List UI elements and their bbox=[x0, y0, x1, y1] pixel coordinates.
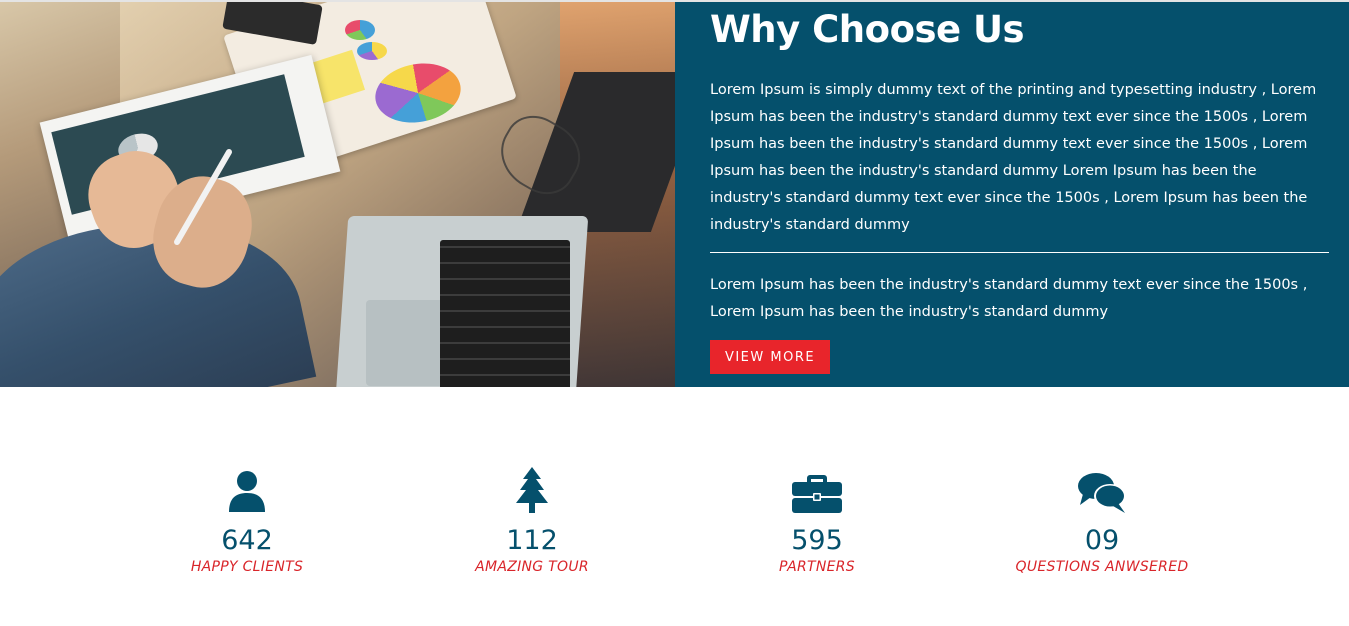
secondary-paragraph: Lorem Ipsum has been the industry's stan… bbox=[710, 277, 1308, 320]
stat-label: PARTNERS bbox=[779, 559, 855, 576]
stat-number: 112 bbox=[506, 525, 558, 556]
comments-icon bbox=[1078, 473, 1126, 513]
section-title: Why Choose Us bbox=[710, 8, 1025, 51]
tree-icon bbox=[516, 467, 548, 513]
stat-amazing-tour: 112 AMAZING TOUR bbox=[412, 465, 652, 575]
user-icon bbox=[229, 471, 265, 512]
divider bbox=[710, 252, 1329, 253]
stat-label: QUESTIONS ANWSERED bbox=[1015, 559, 1189, 576]
stat-label: AMAZING TOUR bbox=[475, 559, 589, 576]
stat-happy-clients: 642 HAPPY CLIENTS bbox=[127, 465, 367, 575]
stat-number: 09 bbox=[1084, 525, 1120, 556]
stat-number: 595 bbox=[791, 525, 843, 556]
why-choose-us-section: Why Choose Us Lorem Ipsum is simply dumm… bbox=[0, 0, 1349, 387]
stat-label: HAPPY CLIENTS bbox=[190, 559, 304, 576]
stats-section: 642 HAPPY CLIENTS 112 AMAZING TOUR 595 P… bbox=[0, 387, 1349, 626]
office-desk-photo bbox=[0, 2, 675, 387]
stat-partners: 595 PARTNERS bbox=[697, 465, 937, 575]
stat-questions-answered: 09 QUESTIONS ANWSERED bbox=[982, 465, 1222, 575]
briefcase-icon bbox=[792, 475, 842, 513]
why-choose-us-panel: Why Choose Us Lorem Ipsum is simply dumm… bbox=[675, 2, 1349, 387]
stat-number: 642 bbox=[221, 525, 273, 556]
view-more-button[interactable]: VIEW MORE bbox=[710, 340, 830, 374]
intro-paragraph: Lorem Ipsum is simply dummy text of the … bbox=[710, 82, 1317, 233]
